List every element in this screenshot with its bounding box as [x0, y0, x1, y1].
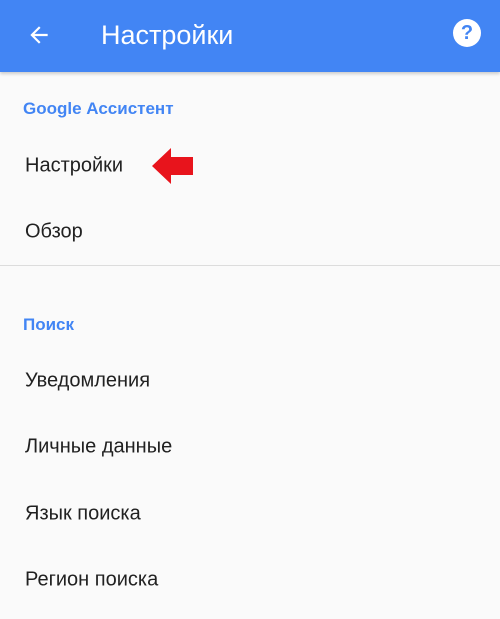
list-item-overview[interactable]: Обзор — [0, 200, 500, 264]
help-button[interactable]: ? — [448, 14, 486, 52]
list-item-search-language[interactable]: Язык поиска — [0, 482, 500, 546]
list-item-assistant-settings[interactable]: Настройки — [0, 134, 500, 198]
arrow-back-icon — [30, 26, 48, 44]
list-item-notifications[interactable]: Уведомления — [0, 349, 500, 413]
section-divider — [0, 265, 500, 266]
list-item-personal-data[interactable]: Личные данные — [0, 415, 500, 479]
list-item-label: Уведомления — [25, 369, 151, 392]
list-item-label: Регион поиска — [25, 568, 159, 591]
list-item-label: Язык поиска — [25, 502, 141, 525]
list-item-search-region[interactable]: Регион поиска — [0, 548, 500, 612]
list-item-label: Личные данные — [25, 435, 173, 458]
app-bar-title: Настройки — [101, 20, 234, 50]
back-button[interactable] — [18, 14, 60, 56]
list-item-label: Обзор — [25, 220, 83, 243]
section-header-search: Поиск — [23, 315, 75, 334]
app-bar: Настройки ? — [0, 0, 500, 72]
help-icon: ? — [453, 19, 481, 47]
red-arrow-icon — [152, 148, 193, 184]
list-item-label: Настройки — [25, 154, 124, 177]
section-header-google-assistant: Google Ассистент — [23, 99, 174, 118]
